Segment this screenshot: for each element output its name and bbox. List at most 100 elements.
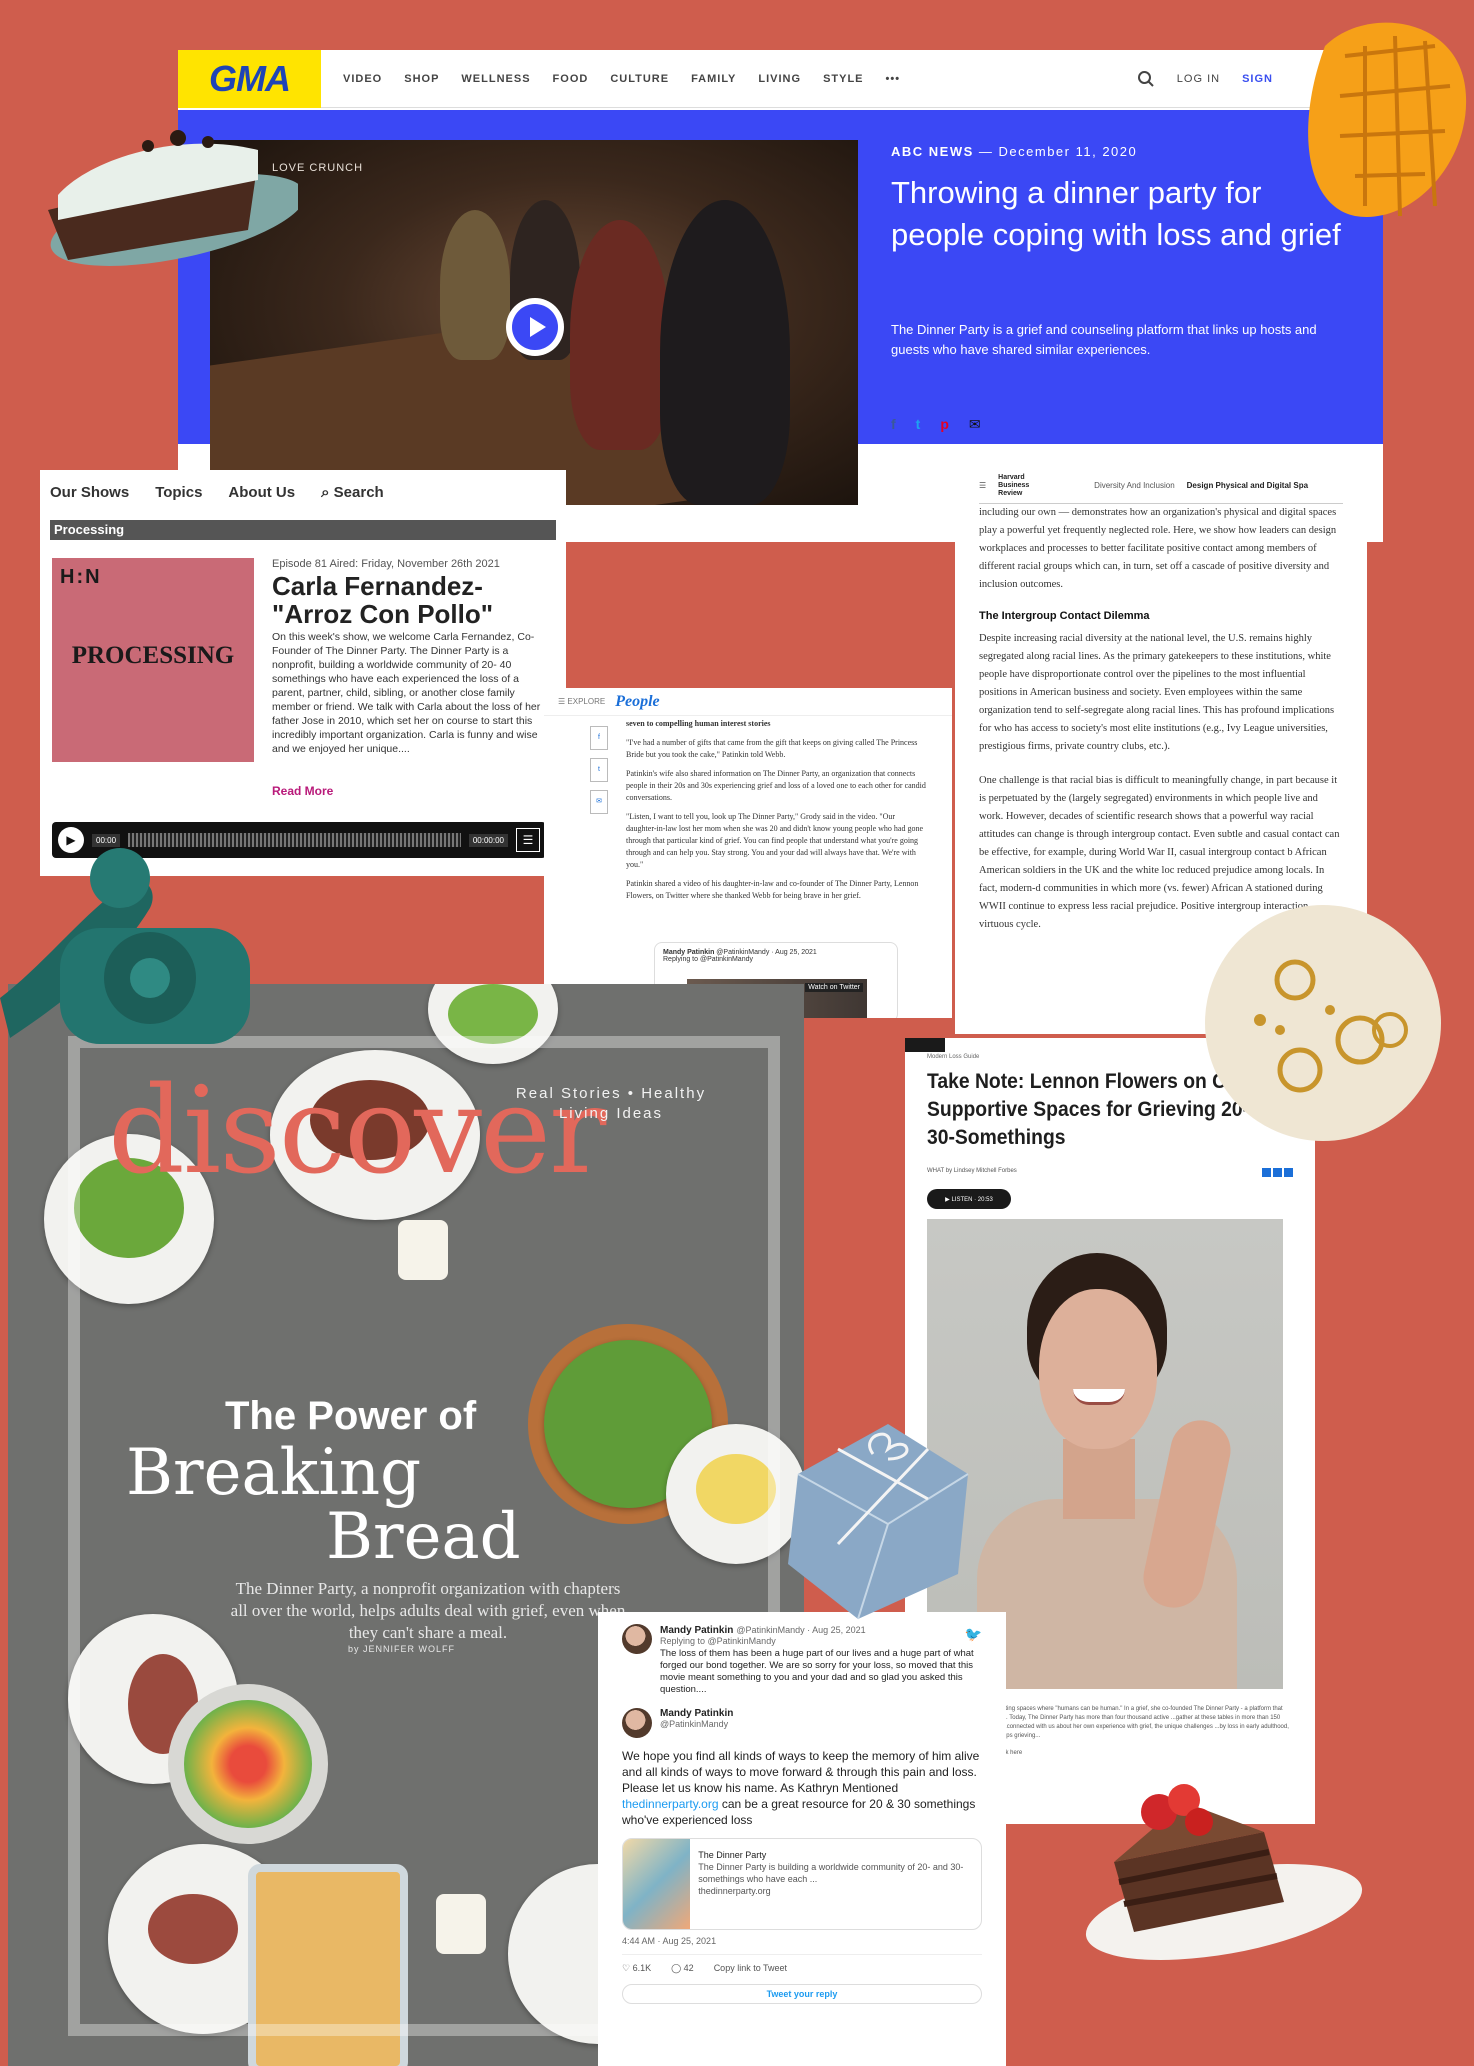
tweet-author: Mandy Patinkin <box>663 949 715 956</box>
people-paragraph: Patinkin shared a video of his daughter-… <box>626 879 919 900</box>
feature-title-1: The Power of <box>225 1394 477 1438</box>
episode-title: Carla Fernandez- "Arroz Con Pollo" <box>272 571 494 629</box>
portrait-neck <box>1063 1439 1135 1519</box>
nav-style[interactable]: STYLE <box>823 73 863 85</box>
facebook-share-icon[interactable]: f <box>590 726 608 750</box>
artwork-title: PROCESSING <box>71 642 235 669</box>
email-share-icon[interactable]: ✉ <box>590 790 608 814</box>
avatar[interactable] <box>622 1708 652 1738</box>
nav-video[interactable]: VIDEO <box>343 73 382 85</box>
nav-shop[interactable]: SHOP <box>404 73 439 85</box>
facebook-icon[interactable]: f <box>891 416 896 433</box>
portrait-smile <box>1073 1389 1125 1405</box>
magazine-tagline: Real Stories • Healthy Living Ideas <box>515 1085 707 1122</box>
tweet-row-1: Mandy Patinkin @PatinkinMandy · Aug 25, … <box>622 1624 982 1696</box>
gma-nav: GMA VIDEO SHOP WELLNESS FOOD CULTURE FAM… <box>178 49 1383 108</box>
nav-family[interactable]: FAMILY <box>691 73 736 85</box>
tweet-link[interactable]: thedinnerparty.org <box>622 1797 719 1811</box>
link-preview-card[interactable]: The Dinner Party The Dinner Party is bui… <box>622 1838 982 1930</box>
feature-dek: The Dinner Party, a nonprofit organizati… <box>230 1579 626 1642</box>
login-link[interactable]: LOG IN <box>1177 73 1220 85</box>
video-person <box>660 200 790 505</box>
twitter-icon[interactable] <box>1273 1168 1282 1177</box>
podcast-card: Our Shows Topics About Us ⌕ Search Proce… <box>40 470 566 876</box>
byline-text: WHAT by Lindsey Mitchell Forbes <box>927 1168 1017 1174</box>
tweet-actions: ♡ 6.1K ◯ 42 Copy link to Tweet <box>622 1963 982 1974</box>
gma-video[interactable]: LOVE CRUNCH <box>210 140 858 505</box>
menu-icon[interactable]: ☰ <box>979 481 986 490</box>
tweet-handle-2: @PatinkinMandy <box>660 1719 729 1729</box>
link-preview-text: The Dinner Party The Dinner Party is bui… <box>690 1839 981 1929</box>
video-person <box>440 210 510 360</box>
episode-info: Episode 81 Aired: Friday, November 26th … <box>272 558 500 570</box>
topbar <box>905 1038 945 1052</box>
tweet-text-1: The loss of them has been a huge part of… <box>660 1648 974 1695</box>
twitter-bird-icon[interactable]: 🐦 <box>965 1626 982 1643</box>
gma-logo-text: GMA <box>209 57 291 99</box>
facebook-icon[interactable] <box>1262 1168 1271 1177</box>
twitter-share-icon[interactable]: t <box>590 758 608 782</box>
explore-menu[interactable]: ☰ EXPLORE <box>558 697 605 706</box>
people-logo[interactable]: People <box>615 693 659 711</box>
linkedin-icon[interactable] <box>1284 1168 1293 1177</box>
nav-our-shows[interactable]: Our Shows <box>50 484 129 501</box>
link-preview-image <box>623 1839 691 1929</box>
podcast-artwork[interactable]: H:N PROCESSING <box>52 558 254 762</box>
tag-design[interactable]: Design Physical and Digital Spa <box>1187 481 1308 490</box>
tweet-author-2[interactable]: Mandy Patinkin <box>660 1708 733 1719</box>
nav-about[interactable]: About Us <box>228 484 295 501</box>
twitter-icon[interactable]: t <box>916 416 921 433</box>
feature-title-2: Breaking <box>126 1436 422 1510</box>
nav-culture[interactable]: CULTURE <box>610 73 669 85</box>
portrait-face <box>1039 1289 1157 1449</box>
copy-link-button[interactable]: Copy link to Tweet <box>714 1963 787 1974</box>
podcast-nav: Our Shows Topics About Us ⌕ Search <box>40 470 566 514</box>
tweet-timestamp: 4:44 AM · Aug 25, 2021 <box>622 1936 982 1955</box>
gift-box-image <box>788 1424 969 1620</box>
lennon-byline-row: WHAT by Lindsey Mitchell Forbes <box>927 1168 1293 1177</box>
reply-count[interactable]: ◯ 42 <box>671 1963 694 1974</box>
nav-living[interactable]: LIVING <box>758 73 801 85</box>
share-row: f t p ✉ <box>891 416 981 433</box>
pinterest-icon[interactable]: p <box>940 416 949 433</box>
show-bar: Processing <box>50 520 556 540</box>
mango-image <box>1308 22 1467 217</box>
source-label: ABC NEWS <box>891 144 974 159</box>
tag-diversity[interactable]: Diversity And Inclusion <box>1094 481 1174 490</box>
link-preview-title: The Dinner Party <box>698 1850 767 1860</box>
article-date: — December 11, 2020 <box>978 144 1138 159</box>
nav-food[interactable]: FOOD <box>553 73 589 85</box>
signup-link[interactable]: SIGN <box>1242 73 1273 85</box>
nav-wellness[interactable]: WELLNESS <box>461 73 530 85</box>
people-paragraph: Patinkin's wife also shared information … <box>626 769 926 802</box>
watch-on-twitter[interactable]: Watch on Twitter <box>805 983 863 992</box>
gma-nav-items: VIDEO SHOP WELLNESS FOOD CULTURE FAMILY … <box>343 73 900 85</box>
jewelry-dish-image <box>1205 905 1441 1141</box>
tweet-reply-button[interactable]: Tweet your reply <box>622 1984 982 2004</box>
people-paragraph: seven to compelling human interest stori… <box>626 719 771 728</box>
email-icon[interactable]: ✉ <box>969 416 981 433</box>
chocolate-cake-image <box>1085 1784 1363 1960</box>
magazine-title: discover <box>108 1062 606 1201</box>
tweet-author[interactable]: Mandy Patinkin <box>660 1625 733 1636</box>
time-end: 00:00:00 <box>468 833 508 847</box>
hbr-logo[interactable]: Harvard Business Review <box>998 474 1042 498</box>
avatar[interactable] <box>622 1624 652 1654</box>
waveform-scrubber[interactable] <box>128 833 461 847</box>
read-more-link[interactable]: Read More <box>272 784 333 798</box>
gma-logo[interactable]: GMA <box>178 49 321 108</box>
play-button[interactable] <box>506 298 564 356</box>
tweet-card: 🐦 Mandy Patinkin @PatinkinMandy · Aug 25… <box>598 1612 1006 2066</box>
like-button[interactable]: ♡ 6.1K <box>622 1963 651 1974</box>
nav-search[interactable]: ⌕ Search <box>321 484 384 501</box>
search-icon[interactable] <box>1137 70 1155 88</box>
tweet-handle: @PatinkinMandy · Aug 25, 2021 <box>716 949 817 956</box>
nav-more[interactable]: ••• <box>886 73 901 85</box>
player-menu-button[interactable]: ☰ <box>516 828 540 852</box>
article-dek: The Dinner Party is a grief and counseli… <box>891 322 1317 357</box>
tweet-replying: Replying to @PatinkinMandy <box>660 1636 776 1646</box>
listen-button[interactable]: ▶ LISTEN · 20:53 <box>927 1189 1011 1209</box>
nav-topics[interactable]: Topics <box>155 484 202 501</box>
hbr-header: ☰ Harvard Business Review Diversity And … <box>979 468 1343 504</box>
feature-author: by JENNIFER WOLFF <box>348 1644 456 1654</box>
